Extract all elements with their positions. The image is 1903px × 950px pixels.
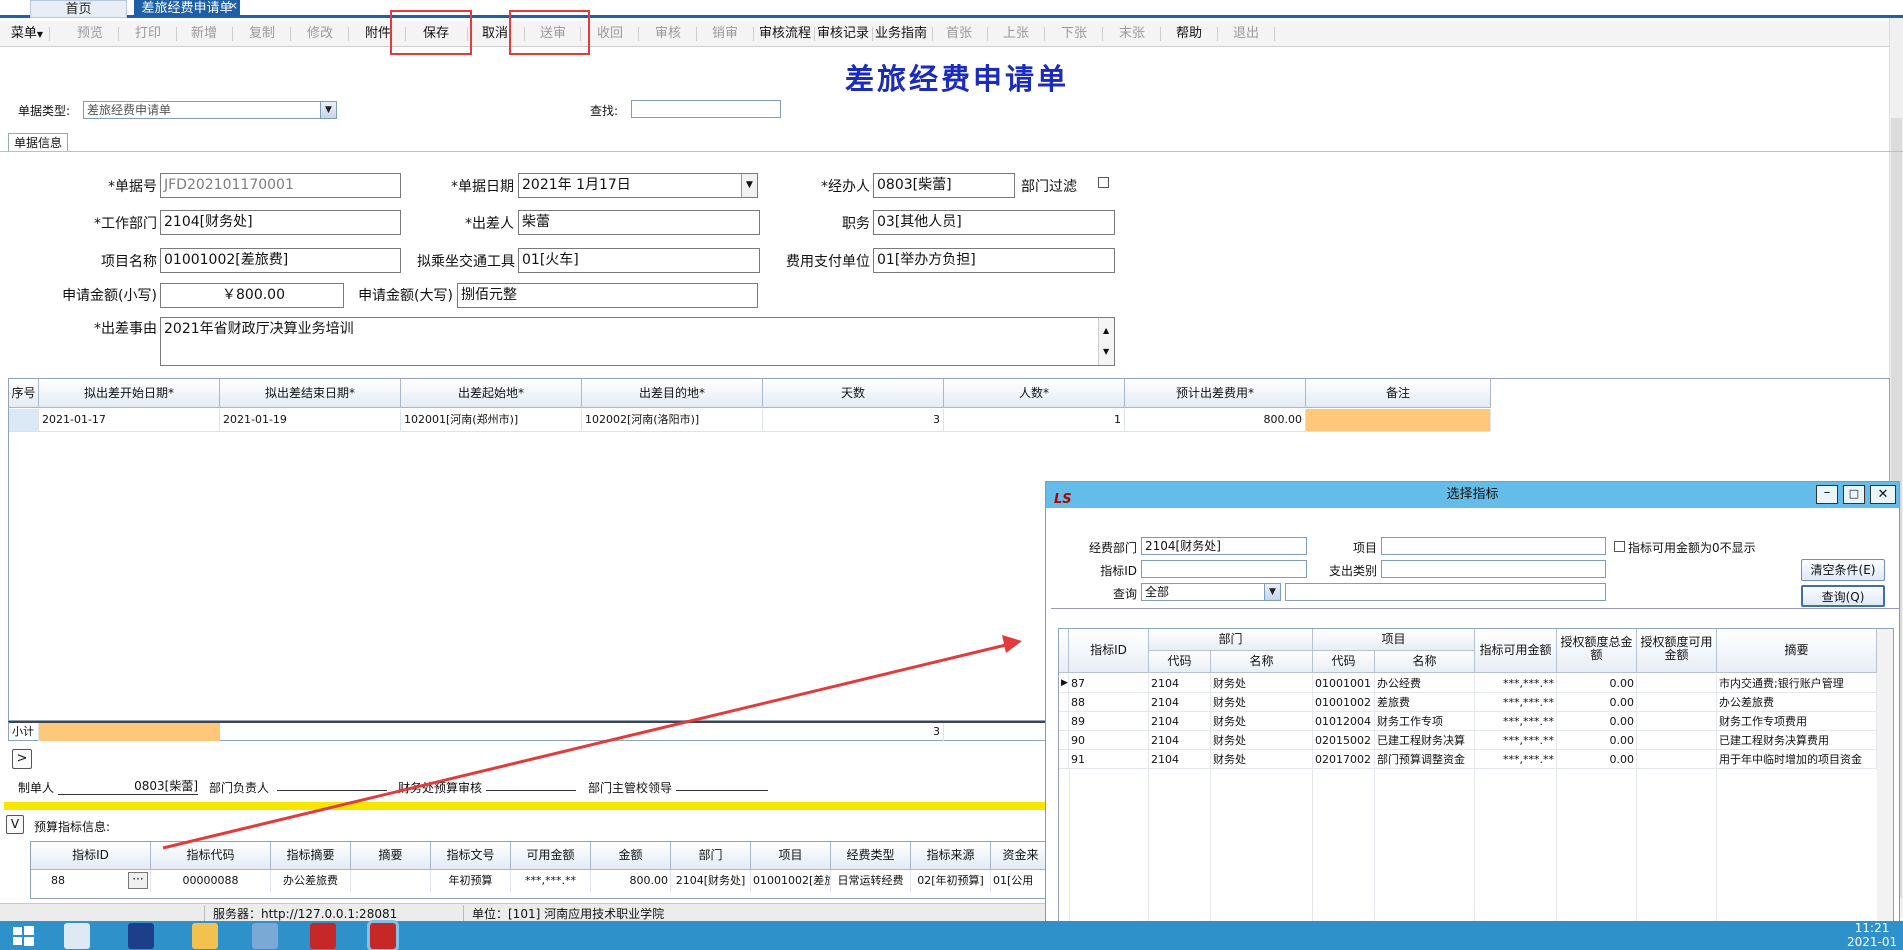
query-button[interactable]: 查询(Q) — [1801, 585, 1885, 607]
table-row[interactable]: 91 2104 财务处 02017002 部门预算调整资金 ***,***.** 0.00 用… — [1059, 750, 1877, 769]
zero-hide-label: 指标可用金额为0不显示 — [1628, 541, 1756, 555]
close-icon[interactable]: ✕ — [1870, 485, 1896, 504]
expense-type-input[interactable] — [1381, 560, 1606, 578]
maximize-icon[interactable]: □ — [1843, 485, 1865, 504]
query-text-input[interactable] — [1285, 583, 1606, 601]
table-row[interactable]: ▶ 87 2104 财务处 01001001 办公经费 ***,***.** 0.00 市内交通… — [1059, 674, 1877, 693]
app-ls-active-icon[interactable] — [370, 923, 396, 949]
query-select[interactable]: 全部 ▼ — [1141, 583, 1281, 601]
clear-conditions-button[interactable]: 清空条件(E) — [1801, 559, 1885, 581]
table-row[interactable]: 90 2104 财务处 02015002 已建工程财务决算 ***,***.** 0.00 已… — [1059, 731, 1877, 750]
app-ls-icon[interactable] — [310, 923, 336, 949]
zero-hide-checkbox[interactable] — [1614, 541, 1625, 552]
item-label: 项目 — [1352, 541, 1377, 555]
table-row[interactable]: 88 2104 财务处 01001002 差旅费 ***,***.** 0.00 办公差旅费 — [1059, 693, 1877, 712]
chevron-down-icon[interactable]: ▼ — [1264, 584, 1280, 600]
taskbar: 11:21 2021-01 — [0, 921, 1903, 950]
fund-dept-input[interactable]: 2104[财务处] — [1141, 537, 1307, 555]
select-index-dialog: LS 选择指标 – □ ✕ 经费部门 2104[财务处] 项目 指标可用金额为0… — [1045, 481, 1900, 950]
table-row[interactable]: 89 2104 财务处 01012004 财务工作专项 ***,***.** 0.00 财务工… — [1059, 712, 1877, 731]
fund-dept-label: 经费部门 — [1088, 541, 1137, 555]
powershell-icon[interactable] — [128, 923, 154, 949]
dialog-titlebar[interactable]: LS 选择指标 – □ ✕ — [1046, 482, 1899, 508]
index-id-label: 指标ID — [1100, 564, 1137, 578]
grid-scrollbar[interactable] — [1877, 629, 1893, 949]
minimize-icon[interactable]: – — [1816, 485, 1838, 504]
expense-type-label: 支出类别 — [1328, 564, 1377, 578]
windows-start-icon[interactable] — [10, 923, 36, 949]
query-label: 查询 — [1112, 587, 1137, 601]
folder-icon[interactable] — [192, 923, 218, 949]
index-id-input[interactable] — [1141, 560, 1307, 578]
network-icon[interactable] — [252, 923, 278, 949]
index-grid: 指标ID 部门 代码 名称 项目 代码 名称 指标可用金额 授权额度总金额 授权… — [1058, 628, 1894, 950]
item-input[interactable] — [1381, 537, 1606, 555]
dialog-title: 选择指标 — [1446, 487, 1499, 502]
row-pointer-icon: ▶ — [1059, 674, 1069, 693]
clock[interactable]: 11:21 2021-01 — [1847, 921, 1897, 949]
server-manager-icon[interactable] — [64, 923, 90, 949]
